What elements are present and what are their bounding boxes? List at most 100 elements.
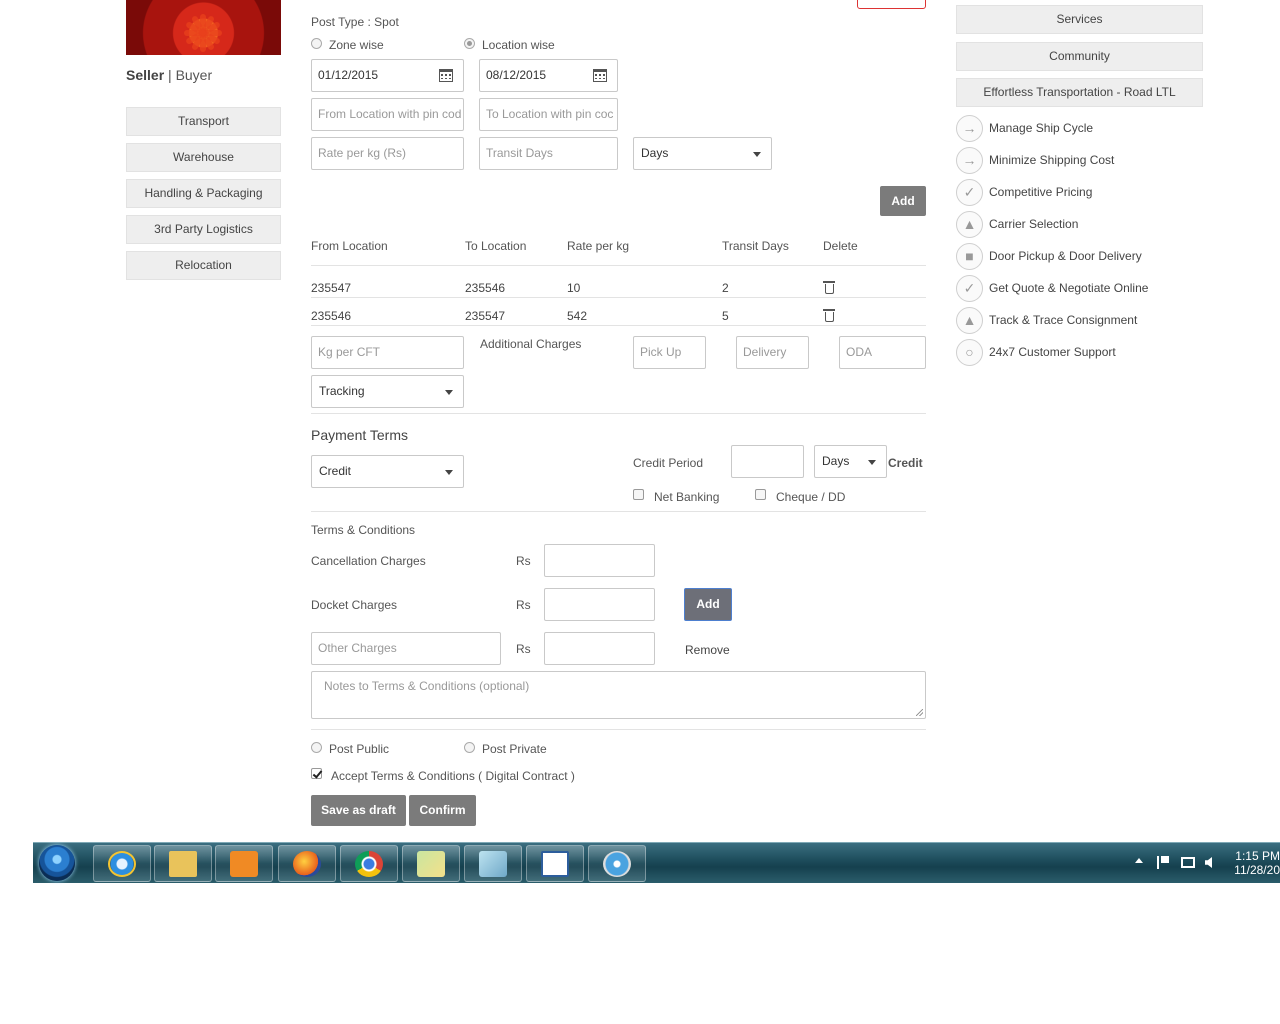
role-separator: | [168,67,172,83]
rate-per-kg-input[interactable]: Rate per kg (Rs) [311,137,464,170]
location-wise-radio[interactable] [464,38,475,49]
chevron-down-icon [445,470,453,475]
row1-to: 235546 [465,281,506,295]
credit-period-input[interactable] [731,445,804,478]
to-date-field[interactable]: 08/12/2015 [479,59,618,92]
credit-period-unit-select[interactable]: Days [814,445,887,478]
from-location-input[interactable]: From Location with pin cod [311,98,464,131]
feature-manage-ship-cycle: Manage Ship Cycle [989,121,1094,135]
calendar-icon[interactable] [439,69,453,82]
sidebar-item-handling-packaging[interactable]: Handling & Packaging [126,179,281,208]
zone-wise-label: Zone wise [329,38,384,52]
transit-days-input[interactable]: Transit Days [479,137,618,170]
post-public-label: Post Public [329,742,390,756]
sidebar-item-relocation[interactable]: Relocation [126,251,281,280]
add-charge-button[interactable]: Add [684,588,732,621]
post-private-label: Post Private [482,742,547,756]
clock[interactable]: 1:15 PM 11/28/20 [1229,849,1280,877]
row1-from: 235547 [311,281,352,295]
terms-notes-placeholder: Notes to Terms & Conditions (optional) [324,679,530,693]
action-center-flag-icon[interactable] [1157,856,1169,869]
photos-icon[interactable] [402,845,460,882]
trash-icon[interactable] [823,309,835,322]
post-private-radio[interactable] [464,742,475,753]
section-divider [311,413,926,414]
internet-explorer-icon[interactable] [93,845,151,882]
payment-method-value: Credit [319,464,352,478]
post-public-radio[interactable] [311,742,322,753]
seller-link[interactable]: Seller [126,67,164,83]
community-button[interactable]: Community [956,42,1203,71]
delivery-truck-icon: ■ [956,243,983,270]
services-button[interactable]: Services [956,5,1203,34]
tracking-select[interactable]: Tracking [311,375,464,408]
calendar-icon[interactable] [593,69,607,82]
to-location-input[interactable]: To Location with pin coc [479,98,618,131]
truck-icon: → [956,115,983,142]
tower-icon: ▲ [956,307,983,334]
col-header-delete: Delete [823,239,858,253]
net-banking-checkbox[interactable] [633,489,644,500]
sidebar-item-warehouse[interactable]: Warehouse [126,143,281,172]
trash-icon[interactable] [823,281,835,294]
add-rate-button[interactable]: Add [880,186,926,216]
docket-charges-input[interactable] [544,588,655,621]
kg-per-cft-input[interactable]: Kg per CFT [311,336,464,369]
transit-unit-select[interactable]: Days [633,137,772,170]
tower-icon: ▲ [956,211,983,238]
show-hidden-icons-icon[interactable] [1135,858,1143,863]
oda-input[interactable]: ODA [839,336,926,369]
zone-wise-radio[interactable] [311,38,322,49]
payment-method-select[interactable]: Credit [311,455,464,488]
table-divider [311,297,926,298]
terms-notes-textarea[interactable]: Notes to Terms & Conditions (optional) [311,671,926,719]
network-icon[interactable] [1181,857,1195,868]
save-draft-button[interactable]: Save as draft [311,795,406,826]
credit-suffix-label: Credit [888,456,923,470]
feature-customer-support: 24x7 Customer Support [989,345,1116,359]
feature-track-trace: Track & Trace Consignment [989,313,1138,327]
other-charges-amount-input[interactable] [544,632,655,665]
confirm-button[interactable]: Confirm [409,795,476,826]
feature-door-pickup: Door Pickup & Door Delivery [989,249,1142,263]
check-icon: ✓ [956,275,983,302]
section-divider [311,729,926,730]
road-ltl-button[interactable]: Effortless Transportation - Road LTL [956,78,1203,107]
document-writer-icon[interactable] [526,845,584,882]
safari-icon[interactable] [588,845,646,882]
chevron-down-icon [445,390,453,395]
chrome-icon[interactable] [340,845,398,882]
feature-get-quote: Get Quote & Negotiate Online [989,281,1149,295]
delivery-input[interactable]: Delivery [736,336,809,369]
row2-rate: 542 [567,309,588,323]
row2-from: 235546 [311,309,352,323]
remove-charge-link[interactable]: Remove [685,643,730,657]
start-button-icon[interactable] [39,845,75,881]
from-date-field[interactable]: 01/12/2015 [311,59,464,92]
currency-label: Rs [516,554,531,568]
volume-muted-icon[interactable] [1205,857,1212,868]
other-charges-input[interactable]: Other Charges [311,632,501,665]
file-explorer-icon[interactable] [154,845,212,882]
sidebar-item-transport[interactable]: Transport [126,107,281,136]
resize-handle-icon[interactable] [916,709,923,716]
payment-terms-title: Payment Terms [311,427,408,443]
cheque-checkbox[interactable] [755,489,766,500]
transit-unit-value: Days [641,146,669,160]
table-divider [311,325,926,326]
table-divider [311,265,926,266]
accept-terms-checkbox[interactable] [311,768,322,779]
terms-title: Terms & Conditions [311,523,416,537]
row1-rate: 10 [567,281,581,295]
firefox-icon[interactable] [278,845,336,882]
truck-icon: → [956,147,983,174]
role-switcher: Seller | Buyer [126,67,212,83]
buyer-link[interactable]: Buyer [176,67,213,83]
pickup-input[interactable]: Pick Up [633,336,706,369]
paint-icon[interactable] [464,845,522,882]
media-player-icon[interactable] [215,845,273,882]
cancellation-charges-input[interactable] [544,544,655,577]
row2-to: 235547 [465,309,506,323]
sidebar-item-3pl[interactable]: 3rd Party Logistics [126,215,281,244]
top-action-button[interactable] [857,0,926,9]
